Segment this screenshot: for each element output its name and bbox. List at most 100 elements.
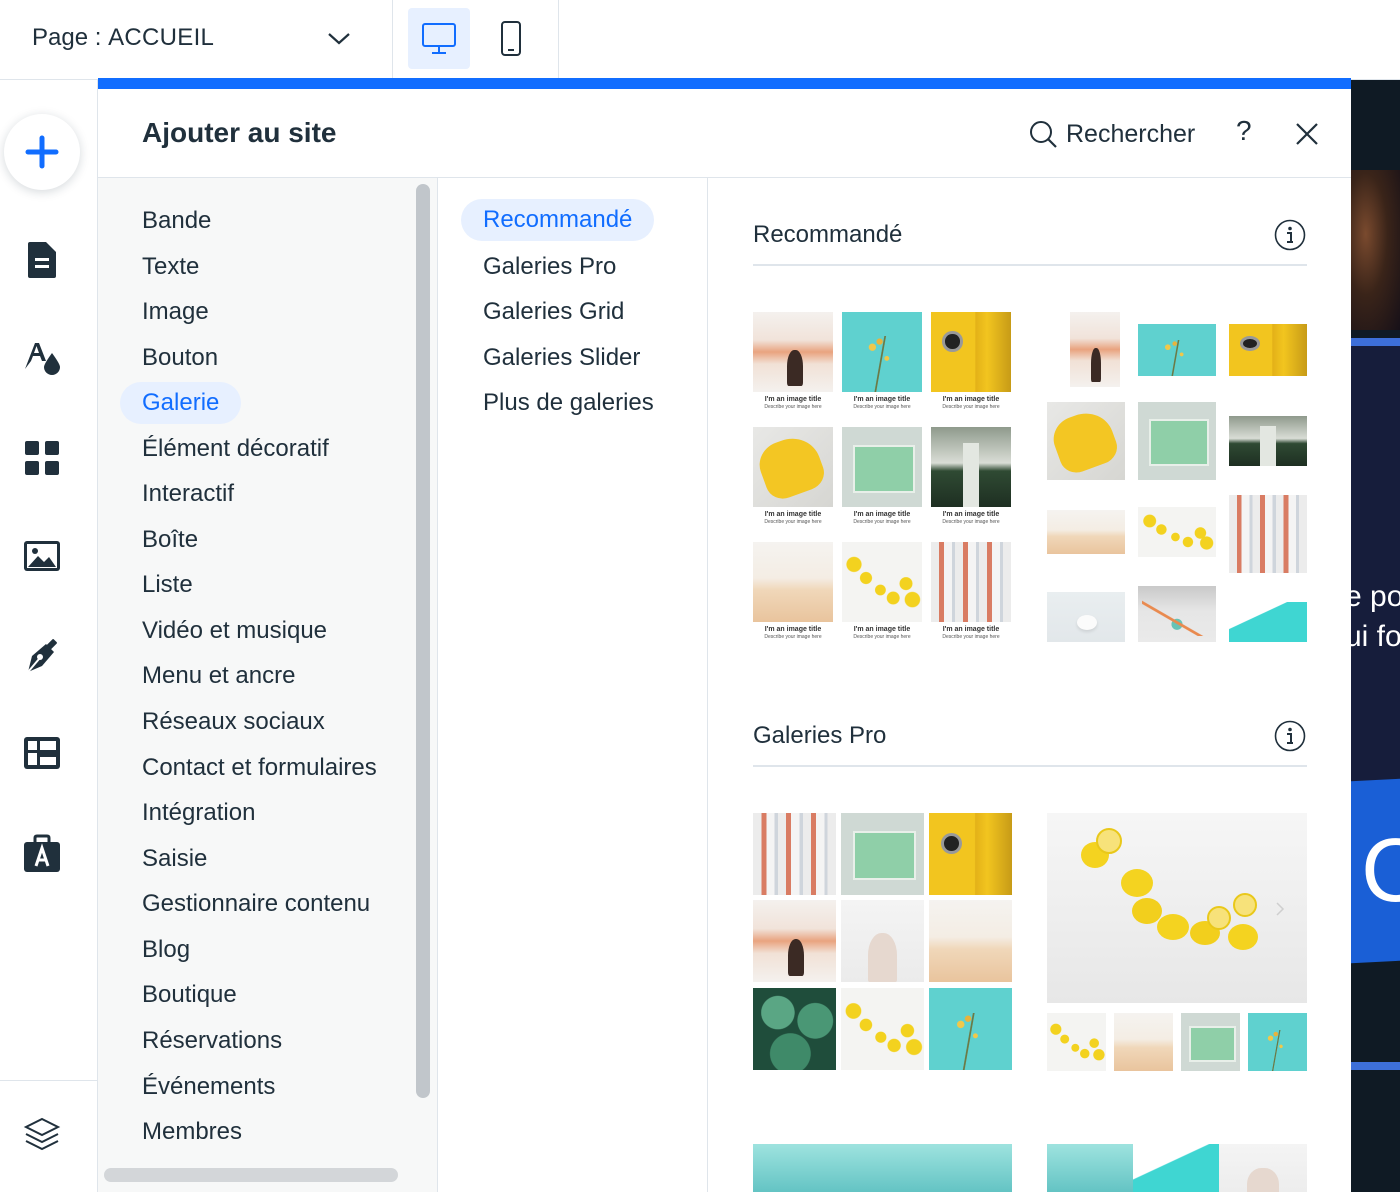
category-item[interactable]: Intégration bbox=[142, 799, 255, 827]
category-item[interactable]: Élément décoratif bbox=[142, 435, 329, 463]
category-item[interactable]: Interactif bbox=[142, 480, 234, 508]
apps-icon bbox=[25, 441, 59, 475]
gallery-caption: I'm an image title Describe your image he… bbox=[853, 626, 911, 640]
section-divider bbox=[753, 264, 1307, 266]
editor-canvas-preview: e po ui fo C bbox=[1351, 80, 1400, 1192]
gallery-thumb bbox=[1138, 324, 1216, 376]
category-item[interactable]: Menu et ancre bbox=[142, 662, 295, 690]
help-button[interactable]: ? bbox=[1236, 115, 1252, 147]
gallery-main-image bbox=[1047, 813, 1307, 1003]
gallery-thumb bbox=[1047, 592, 1125, 642]
gallery-caption: I'm an image title Describe your image he… bbox=[942, 511, 1000, 525]
subcategory-list: Recommandé Galeries Pro Galeries Grid Ga… bbox=[438, 178, 708, 1192]
gallery-thumb bbox=[1138, 586, 1216, 642]
gallery-thumb bbox=[753, 988, 836, 1070]
category-item[interactable]: Boutique bbox=[142, 981, 237, 1009]
gallery-caption: I'm an image title Describe your image he… bbox=[764, 626, 822, 640]
page-selector-label: Page : ACCUEIL bbox=[32, 24, 215, 51]
gallery-thumb bbox=[753, 427, 833, 507]
category-item[interactable]: Blog bbox=[142, 936, 190, 964]
gallery-thumb bbox=[929, 813, 1012, 895]
chevron-down-icon bbox=[328, 33, 350, 45]
gallery-caption: I'm an image title Describe your image he… bbox=[764, 511, 822, 525]
info-icon[interactable] bbox=[1274, 219, 1306, 251]
category-list: Bande Texte Image Bouton Galerie Élément… bbox=[98, 178, 438, 1192]
section-title: Galeries Pro bbox=[753, 722, 887, 749]
subcategory-item[interactable]: Galeries Grid bbox=[483, 298, 624, 326]
page-icon bbox=[28, 242, 56, 278]
gallery-thumb bbox=[753, 312, 833, 392]
category-item[interactable]: Réseaux sociaux bbox=[142, 708, 325, 736]
category-scrollbar[interactable] bbox=[416, 184, 430, 1098]
search-label: Rechercher bbox=[1066, 119, 1196, 148]
category-item[interactable]: Texte bbox=[142, 253, 199, 281]
blog-button[interactable] bbox=[20, 634, 64, 678]
subcategory-item[interactable]: Plus de galeries bbox=[483, 389, 654, 417]
left-toolbar bbox=[0, 80, 98, 1192]
gallery-thumb bbox=[842, 542, 922, 622]
search-icon bbox=[1030, 121, 1057, 148]
gallery-thumb bbox=[753, 813, 836, 895]
category-item[interactable]: Image bbox=[142, 298, 209, 326]
subcategory-item[interactable]: Galeries Slider bbox=[483, 344, 640, 372]
media-icon bbox=[24, 541, 60, 571]
category-item[interactable]: Liste bbox=[142, 571, 193, 599]
category-item[interactable]: Bande bbox=[142, 207, 211, 235]
media-button[interactable] bbox=[20, 534, 64, 578]
gallery-previews: Recommandé I'm an image title Describe yo… bbox=[708, 178, 1351, 1192]
category-item[interactable]: Contact et formulaires bbox=[142, 754, 377, 782]
category-item[interactable]: Bouton bbox=[142, 344, 218, 372]
portfolio-button[interactable] bbox=[20, 832, 64, 876]
panel-header: Ajouter au site Rechercher ? bbox=[98, 89, 1351, 178]
mobile-icon bbox=[501, 20, 521, 56]
mobile-view-button[interactable] bbox=[480, 8, 542, 69]
category-item[interactable]: Boîte bbox=[142, 526, 198, 554]
design-button[interactable] bbox=[20, 335, 64, 379]
gallery-thumb bbox=[1133, 1144, 1219, 1192]
category-item[interactable]: Réservations bbox=[142, 1027, 282, 1055]
desktop-icon bbox=[422, 22, 456, 54]
layers-button[interactable] bbox=[20, 1112, 64, 1156]
gallery-thumb bbox=[1047, 510, 1125, 554]
category-item[interactable]: Membres bbox=[142, 1118, 242, 1146]
desktop-view-button[interactable] bbox=[408, 8, 470, 69]
canvas-section bbox=[1351, 346, 1400, 786]
gallery-caption: I'm an image title Describe your image he… bbox=[853, 396, 911, 410]
category-horizontal-scrollbar[interactable] bbox=[104, 1168, 398, 1182]
cms-button[interactable] bbox=[20, 731, 64, 775]
info-icon[interactable] bbox=[1274, 720, 1306, 752]
gallery-thumb bbox=[1114, 1013, 1173, 1071]
gallery-thumb bbox=[1229, 602, 1307, 642]
gallery-caption: I'm an image title Describe your image he… bbox=[853, 511, 911, 525]
gallery-caption: I'm an image title Describe your image he… bbox=[764, 396, 822, 410]
subcategory-item-selected[interactable]: Recommandé bbox=[461, 199, 655, 241]
category-item[interactable]: Gestionnaire contenu bbox=[142, 890, 370, 918]
gallery-slider-preview[interactable] bbox=[753, 1144, 1012, 1192]
canvas-text-2: ui fo bbox=[1351, 620, 1400, 653]
category-item[interactable]: Vidéo et musique bbox=[142, 617, 327, 645]
gallery-thumb bbox=[931, 427, 1011, 507]
search-button[interactable]: Rechercher bbox=[1028, 117, 1195, 151]
gallery-caption: I'm an image title Describe your image he… bbox=[942, 626, 1000, 640]
plus-icon bbox=[25, 135, 59, 169]
page-selector[interactable]: Page : ACCUEIL bbox=[0, 0, 393, 79]
gallery-thumb bbox=[1070, 312, 1120, 387]
category-item[interactable]: Saisie bbox=[142, 845, 207, 873]
add-elements-button[interactable] bbox=[4, 114, 80, 190]
category-item-selected[interactable]: Galerie bbox=[120, 382, 242, 424]
category-item[interactable]: Événements bbox=[142, 1073, 275, 1101]
portfolio-icon bbox=[24, 834, 60, 872]
table-icon bbox=[24, 737, 60, 769]
gallery-thumb bbox=[841, 988, 924, 1070]
gallery-thumb bbox=[929, 988, 1012, 1070]
gallery-caption: I'm an image title Describe your image he… bbox=[942, 396, 1000, 410]
subcategory-item[interactable]: Galeries Pro bbox=[483, 253, 616, 281]
pages-button[interactable] bbox=[20, 238, 64, 282]
gallery-thumb bbox=[931, 542, 1011, 622]
gallery-thumb bbox=[1219, 1144, 1307, 1192]
rail-separator bbox=[0, 1080, 97, 1081]
apps-button[interactable] bbox=[20, 436, 64, 480]
gallery-thumb bbox=[842, 427, 922, 507]
close-icon[interactable] bbox=[1294, 121, 1320, 147]
gallery-thumb bbox=[1229, 324, 1307, 376]
